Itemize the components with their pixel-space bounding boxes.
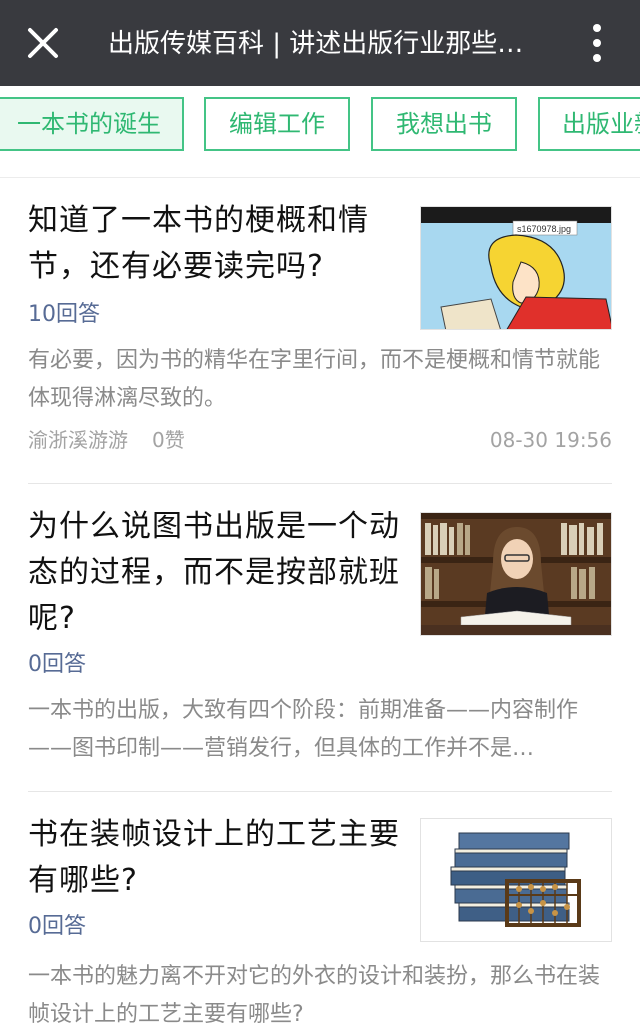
image-caption: s1670978.jpg (517, 224, 571, 234)
answer-count[interactable]: 10回答 (28, 300, 100, 330)
page-title: 出版传媒百科 | 讲述出版行业那些… (108, 29, 524, 59)
question-thumbnail[interactable]: s1670978.jpg (420, 206, 612, 330)
like-count: 0赞 (152, 428, 185, 452)
tab-publishing-news[interactable]: 出版业新 (538, 97, 640, 151)
question-title[interactable]: 为什么说图书出版是一个动态的过程，而不是按部就班呢? (28, 504, 420, 642)
question-meta: 渝浙溪游游 0赞 08-30 19:56 (28, 426, 612, 456)
tab-book-birth[interactable]: 一本书的诞生 (0, 97, 184, 151)
answer-excerpt: 有必要，因为书的精华在字里行间，而不是梗概和情节就能体现得淋漓尽致的。 (28, 348, 601, 411)
question-title[interactable]: 知道了一本书的梗概和情节，还有必要读完吗? (28, 198, 420, 290)
answer-count[interactable]: 0回答 (28, 912, 86, 942)
question-title[interactable]: 书在装帧设计上的工艺主要有哪些? (28, 812, 420, 904)
question-card[interactable]: 为什么说图书出版是一个动态的过程，而不是按部就班呢? 0回答 一本书的出版，大致… (28, 504, 612, 792)
author-name[interactable]: 渝浙溪游游 (28, 426, 128, 454)
question-thumbnail[interactable] (420, 512, 612, 636)
more-vertical-icon[interactable] (584, 22, 610, 64)
tab-editing-work[interactable]: 编辑工作 (204, 97, 350, 151)
question-card[interactable]: 书在装帧设计上的工艺主要有哪些? 0回答 一本书的魅力离不开对它的外衣的设计和装… (28, 812, 612, 1028)
timestamp: 08-30 19:56 (489, 428, 612, 452)
question-card[interactable]: 知道了一本书的梗概和情节，还有必要读完吗? 10回答 s1670978.jpg … (28, 198, 612, 484)
answer-count[interactable]: 0回答 (28, 650, 86, 680)
question-thumbnail[interactable] (420, 818, 612, 942)
close-icon[interactable] (22, 22, 64, 64)
category-tabs: 一本书的诞生 编辑工作 我想出书 出版业新 (0, 86, 640, 178)
answer-excerpt: 一本书的出版，大致有四个阶段：前期准备——内容制作——图书印制——营销发行，但具… (28, 698, 579, 761)
answer-excerpt: 一本书的魅力离不开对它的外衣的设计和装扮，那么书在装帧设计上的工艺主要有哪些? (28, 964, 601, 1027)
tab-publish-book[interactable]: 我想出书 (371, 97, 517, 151)
top-bar: 出版传媒百科 | 讲述出版行业那些… (0, 0, 640, 86)
